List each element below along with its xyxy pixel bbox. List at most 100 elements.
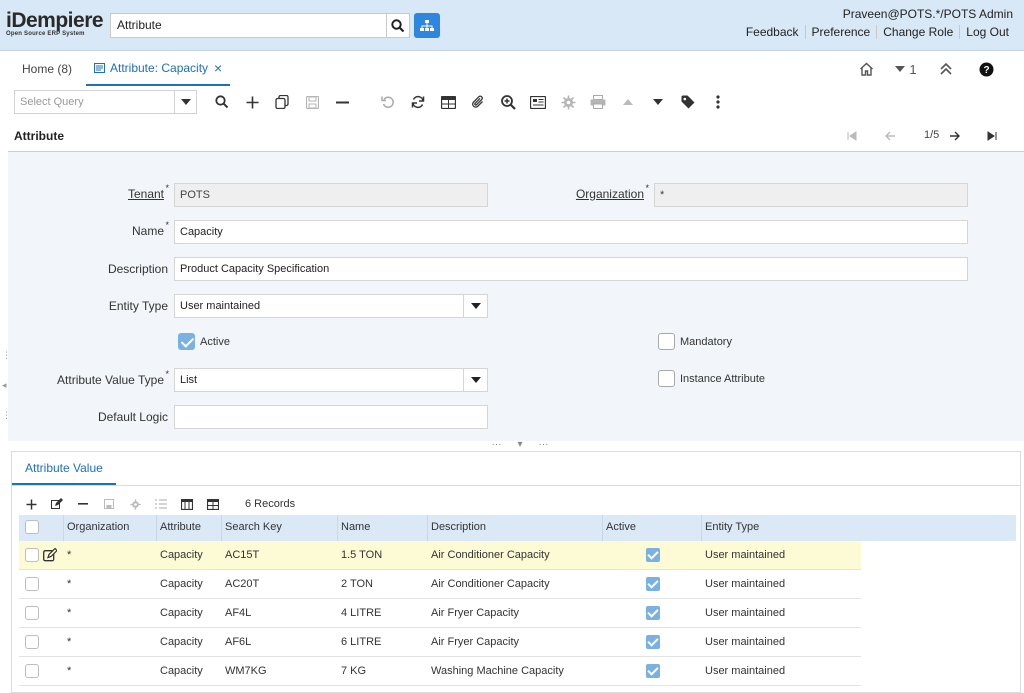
table-row[interactable]: * Capacity AC15T 1.5 TON Air Conditioner… xyxy=(19,541,861,570)
print-icon[interactable] xyxy=(588,92,608,112)
column-header[interactable]: Active xyxy=(603,515,702,541)
description-field[interactable]: Product Capacity Specification xyxy=(174,257,968,281)
edit-icon[interactable] xyxy=(49,496,65,512)
mandatory-checkbox[interactable] xyxy=(658,333,675,350)
refresh-icon[interactable] xyxy=(408,92,428,112)
organization-field[interactable]: * xyxy=(654,183,968,207)
instance-attribute-checkbox[interactable] xyxy=(658,370,675,387)
home-icon[interactable] xyxy=(846,59,886,79)
customize-grid-icon[interactable] xyxy=(179,496,195,512)
name-field[interactable]: Capacity xyxy=(174,220,968,244)
entity-type-select[interactable]: User maintained xyxy=(174,294,488,318)
next-record-icon[interactable] xyxy=(944,127,964,145)
toggle-grid-view-icon[interactable] xyxy=(205,496,221,512)
row-organization: * xyxy=(67,636,72,648)
copy-icon[interactable] xyxy=(272,92,292,112)
preference-link[interactable]: Preference xyxy=(804,25,877,39)
chevron-down-icon[interactable] xyxy=(174,91,196,113)
delete-icon[interactable] xyxy=(332,92,352,112)
undo-icon[interactable] xyxy=(378,92,398,112)
first-record-icon[interactable] xyxy=(842,127,862,145)
search-button[interactable] xyxy=(386,13,410,38)
organization-label[interactable]: Organization * xyxy=(568,183,649,201)
new-record-icon[interactable] xyxy=(242,92,262,112)
chevron-down-icon[interactable] xyxy=(463,369,487,391)
quick-form-icon[interactable] xyxy=(153,496,169,512)
tab-home[interactable]: Home (8) xyxy=(22,51,72,86)
last-record-icon[interactable] xyxy=(982,127,1002,145)
column-header[interactable]: Description xyxy=(428,515,603,541)
row-active-checkbox[interactable] xyxy=(646,606,660,620)
grid-toggle-icon[interactable] xyxy=(438,92,458,112)
name-label: Name * xyxy=(131,220,169,238)
table-row[interactable]: * Capacity AF4L 4 LITRE Air Fryer Capaci… xyxy=(19,599,861,628)
row-checkbox[interactable] xyxy=(25,664,39,678)
edit-icon[interactable] xyxy=(43,548,57,562)
table-row[interactable]: * Capacity AC20T 2 TON Air Conditioner C… xyxy=(19,570,861,599)
panel-splitter[interactable]: ··· ▾ ··· xyxy=(480,440,560,451)
column-header[interactable]: Entity Type xyxy=(702,515,1016,541)
tag-icon[interactable] xyxy=(678,92,698,112)
menu-tree-button[interactable] xyxy=(414,13,440,38)
save-icon[interactable] xyxy=(302,92,322,112)
column-header[interactable]: Name xyxy=(338,515,428,541)
attachment-icon[interactable] xyxy=(468,92,488,112)
row-active-checkbox[interactable] xyxy=(646,548,660,562)
log-out-link[interactable]: Log Out xyxy=(959,25,1015,39)
more-options-icon[interactable] xyxy=(708,92,728,112)
tab-attribute-value[interactable]: Attribute Value xyxy=(12,452,116,485)
table-row[interactable]: * Capacity WM7KG 7 KG Washing Machine Ca… xyxy=(19,657,861,686)
change-role-link[interactable]: Change Role xyxy=(876,25,959,39)
parent-record-icon[interactable] xyxy=(618,92,638,112)
save-row-icon[interactable] xyxy=(101,496,117,512)
active-label: Active xyxy=(200,336,230,348)
chevron-down-icon[interactable]: ▾ xyxy=(517,440,522,451)
feedback-link[interactable]: Feedback xyxy=(740,25,805,39)
panel-grip-icon[interactable]: ⋮ xyxy=(2,410,11,421)
report-icon[interactable] xyxy=(528,92,548,112)
new-row-icon[interactable] xyxy=(23,496,39,512)
default-logic-field[interactable] xyxy=(174,405,488,429)
find-icon[interactable] xyxy=(212,92,232,112)
previous-record-icon[interactable] xyxy=(880,127,900,145)
records-count: 6 Records xyxy=(245,498,296,510)
attribute-form: Tenant * POTS Organization * * Name * Capac… xyxy=(8,152,1024,441)
help-icon[interactable]: ? xyxy=(966,59,1006,79)
panel-collapse-icon[interactable]: ◂ xyxy=(2,380,7,391)
query-select[interactable]: Select Query xyxy=(14,90,197,114)
process-gear-icon[interactable] xyxy=(558,92,578,112)
collapse-icon[interactable] xyxy=(926,59,966,79)
row-search-key: AC20T xyxy=(225,578,260,590)
idempiere-logo[interactable]: iDempiere Open Source ERP System xyxy=(6,10,106,40)
tenant-field[interactable]: POTS xyxy=(174,183,488,207)
column-header[interactable]: Search Key xyxy=(222,515,338,541)
close-icon[interactable]: × xyxy=(214,60,222,76)
active-checkbox[interactable] xyxy=(178,333,195,350)
user-role-label[interactable]: Praveen@POTS.*/POTS Admin xyxy=(843,7,1013,21)
row-checkbox[interactable] xyxy=(25,635,39,649)
tenant-label[interactable]: Tenant * xyxy=(120,183,169,201)
select-all-checkbox[interactable] xyxy=(25,520,39,534)
process-gear-icon[interactable] xyxy=(127,496,143,512)
attribute-value-type-select[interactable]: List xyxy=(174,368,488,392)
tab-attribute-capacity[interactable]: Attribute: Capacity × xyxy=(86,51,231,86)
row-checkbox[interactable] xyxy=(25,577,39,591)
entity-type-label: Entity Type xyxy=(108,299,168,313)
window-list-dropdown[interactable]: 1 xyxy=(886,59,926,79)
window-tabs: Home (8) Attribute: Capacity × 1 ? xyxy=(0,51,1024,86)
detail-record-icon[interactable] xyxy=(648,92,668,112)
row-checkbox[interactable] xyxy=(25,606,39,620)
column-header[interactable]: Attribute xyxy=(157,515,222,541)
column-header[interactable]: Organization xyxy=(64,515,157,541)
chevron-down-icon[interactable] xyxy=(463,295,487,317)
attribute-value-type-label: Attribute Value Type * xyxy=(57,369,169,387)
row-checkbox[interactable] xyxy=(25,548,39,562)
delete-row-icon[interactable] xyxy=(75,496,91,512)
row-active-checkbox[interactable] xyxy=(646,635,660,649)
panel-grip-icon[interactable]: ⋮ xyxy=(2,350,11,361)
zoom-across-icon[interactable] xyxy=(498,92,518,112)
row-active-checkbox[interactable] xyxy=(646,577,660,591)
table-row[interactable]: * Capacity AF6L 6 LITRE Air Fryer Capaci… xyxy=(19,628,861,657)
row-active-checkbox[interactable] xyxy=(646,664,660,678)
global-search-input[interactable]: Attribute xyxy=(110,13,387,38)
